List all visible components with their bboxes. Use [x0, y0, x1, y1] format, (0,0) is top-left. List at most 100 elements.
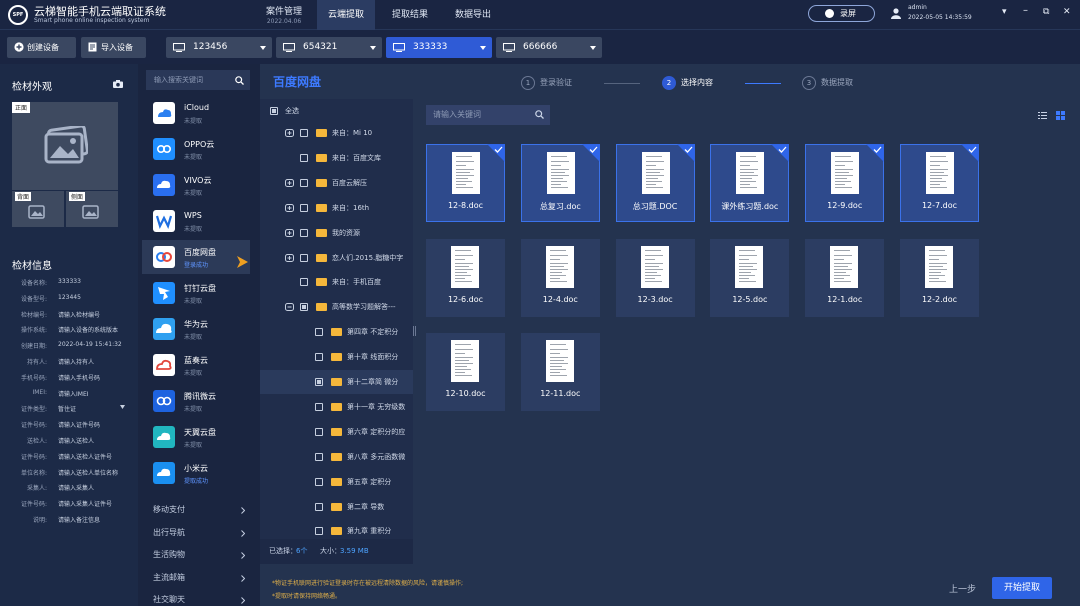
- device-tab-1[interactable]: 123456: [166, 37, 272, 58]
- category-item[interactable]: 移动支付: [153, 500, 248, 520]
- collapse-icon[interactable]: [285, 303, 294, 312]
- tree-node[interactable]: 来自：百度文库: [260, 146, 413, 170]
- list-view-icon[interactable]: [1038, 112, 1047, 119]
- tree-node[interactable]: 第十一章 无穷级数: [260, 395, 413, 419]
- file-card[interactable]: 课外练习题.doc: [710, 144, 790, 222]
- source-item[interactable]: 天翼云盘 未提取: [142, 420, 250, 454]
- category-item[interactable]: 出行导航: [153, 523, 248, 543]
- tree-node-checkbox[interactable]: [315, 502, 323, 511]
- info-field-value[interactable]: 请输入手机号码: [58, 373, 100, 382]
- tree-node-checkbox[interactable]: [300, 278, 308, 287]
- source-item[interactable]: 小米云 提取成功: [142, 456, 250, 490]
- tree-node-checkbox[interactable]: [315, 353, 323, 362]
- file-card[interactable]: 12-7.doc: [900, 144, 979, 222]
- nav-extract-results[interactable]: 提取结果: [384, 0, 436, 30]
- device-tab-3[interactable]: 333333: [386, 37, 492, 58]
- file-card[interactable]: 12-3.doc: [615, 238, 695, 317]
- tree-node[interactable]: 我的资源: [260, 221, 413, 245]
- select-all-checkbox[interactable]: [270, 107, 278, 115]
- device-tab-2[interactable]: 654321: [276, 37, 382, 58]
- tree-node-checkbox[interactable]: [315, 378, 323, 386]
- info-field-value[interactable]: 请输入设备的系统版本: [58, 325, 118, 334]
- source-item[interactable]: 蓝奏云 未提取: [142, 348, 250, 382]
- tree-node[interactable]: 第二章 导数: [260, 495, 413, 519]
- tree-node-checkbox[interactable]: [315, 402, 323, 411]
- info-field-value[interactable]: 请输入持有人: [58, 357, 94, 366]
- tree-node[interactable]: 第六章 定积分的应用: [260, 420, 413, 444]
- front-photo[interactable]: 正面: [12, 102, 118, 190]
- window-menu-icon[interactable]: ▾: [1002, 7, 1007, 17]
- tree-node[interactable]: 来自：手机百度: [260, 270, 413, 294]
- record-screen-button[interactable]: 录屏: [808, 5, 875, 22]
- tree-node-checkbox[interactable]: [315, 427, 323, 436]
- camera-icon[interactable]: [113, 80, 123, 88]
- source-item[interactable]: 华为云 未提取: [142, 312, 250, 346]
- info-field-value[interactable]: 请输入IMEI: [58, 389, 89, 398]
- tree-node-checkbox[interactable]: [300, 178, 308, 187]
- expand-icon[interactable]: [285, 203, 294, 212]
- source-item[interactable]: 钉钉云盘 未提取: [142, 276, 250, 310]
- window-minimize-icon[interactable]: –: [1023, 5, 1028, 16]
- tree-node[interactable]: 第四章 不定积分: [260, 320, 413, 344]
- expand-icon[interactable]: [285, 178, 294, 187]
- info-field-value[interactable]: 123445: [58, 294, 81, 301]
- file-card[interactable]: 12-2.doc: [900, 238, 979, 317]
- tree-node[interactable]: 恋人们.2015.脂糖中字: [260, 246, 413, 270]
- tree-node[interactable]: 第十章 线面积分: [260, 345, 413, 369]
- info-field-value[interactable]: 请输入送检人证件号: [58, 452, 112, 461]
- tree-node-checkbox[interactable]: [300, 129, 308, 137]
- file-card[interactable]: 12-8.doc: [426, 144, 505, 222]
- import-device-button[interactable]: 导入设备: [81, 37, 146, 58]
- source-item[interactable]: 百度网盘 登录成功: [142, 240, 250, 274]
- file-card[interactable]: 12-6.doc: [426, 238, 505, 317]
- file-card[interactable]: 12-10.doc: [426, 333, 505, 411]
- category-item[interactable]: 主流邮箱: [153, 568, 248, 588]
- tree-node-checkbox[interactable]: [300, 203, 308, 212]
- tree-node-checkbox[interactable]: [315, 477, 323, 486]
- tree-node[interactable]: 高等数学习题解答---: [260, 295, 413, 319]
- file-card[interactable]: 总复习.doc: [520, 144, 600, 222]
- source-item[interactable]: 腾讯微云 未提取: [142, 384, 250, 418]
- window-restore-icon[interactable]: ⧉: [1043, 7, 1049, 17]
- info-field-value[interactable]: 2022-04-19 15:41:32: [58, 341, 122, 348]
- tree-node-checkbox[interactable]: [315, 452, 323, 461]
- expand-icon[interactable]: [285, 228, 294, 237]
- nav-case-management[interactable]: 案件管理 2022.04.06: [258, 0, 310, 30]
- tree-node-checkbox[interactable]: [315, 527, 323, 536]
- tree-node[interactable]: 第五章 定积分: [260, 470, 413, 494]
- info-field-value[interactable]: 请输入送检人单位名称: [58, 468, 118, 477]
- file-card[interactable]: 总习题.DOC: [615, 144, 695, 222]
- caret-down-icon[interactable]: [120, 405, 125, 409]
- side-photo[interactable]: 侧面: [66, 191, 118, 227]
- file-card[interactable]: 12-1.doc: [805, 238, 885, 317]
- info-field-value[interactable]: 暂住证: [58, 404, 76, 413]
- tree-node-checkbox[interactable]: [315, 328, 323, 337]
- tree-node[interactable]: 百度云解压: [260, 171, 413, 195]
- tree-node-checkbox[interactable]: [300, 153, 308, 162]
- file-card[interactable]: 12-5.doc: [710, 238, 790, 317]
- file-search-input[interactable]: 请输入关键词: [426, 105, 550, 125]
- tree-node[interactable]: 来自：16th: [260, 196, 413, 220]
- source-item[interactable]: iCloud 未提取: [142, 96, 250, 130]
- file-card[interactable]: 12-11.doc: [520, 333, 600, 411]
- window-close-icon[interactable]: ✕: [1063, 7, 1071, 17]
- info-field-value[interactable]: 333333: [58, 278, 81, 285]
- info-field-value[interactable]: 请输入采集人证件号: [58, 499, 112, 508]
- category-item[interactable]: 生活购物: [153, 545, 248, 565]
- source-item[interactable]: VIVO云 未提取: [142, 168, 250, 202]
- previous-step-button[interactable]: 上一步: [949, 582, 976, 595]
- tree-node-checkbox[interactable]: [300, 253, 308, 262]
- create-device-button[interactable]: 创建设备: [7, 37, 76, 58]
- info-field-value[interactable]: 请输入证件号码: [58, 420, 100, 429]
- device-tab-4[interactable]: 666666: [496, 37, 602, 58]
- tree-node[interactable]: 第十二章简 微分: [260, 370, 413, 394]
- source-item[interactable]: WPS 未提取: [142, 204, 250, 238]
- expand-icon[interactable]: [285, 129, 294, 137]
- info-field-value[interactable]: 请输入备注信息: [58, 515, 100, 524]
- back-photo[interactable]: 背面: [12, 191, 64, 227]
- tree-node[interactable]: 第八章 多元函数微分: [260, 445, 413, 469]
- tree-node-checkbox[interactable]: [300, 228, 308, 237]
- tree-node-checkbox[interactable]: [300, 303, 308, 312]
- category-item[interactable]: 社交聊天: [153, 590, 248, 606]
- tree-node[interactable]: 来自：Mi 10: [260, 121, 413, 145]
